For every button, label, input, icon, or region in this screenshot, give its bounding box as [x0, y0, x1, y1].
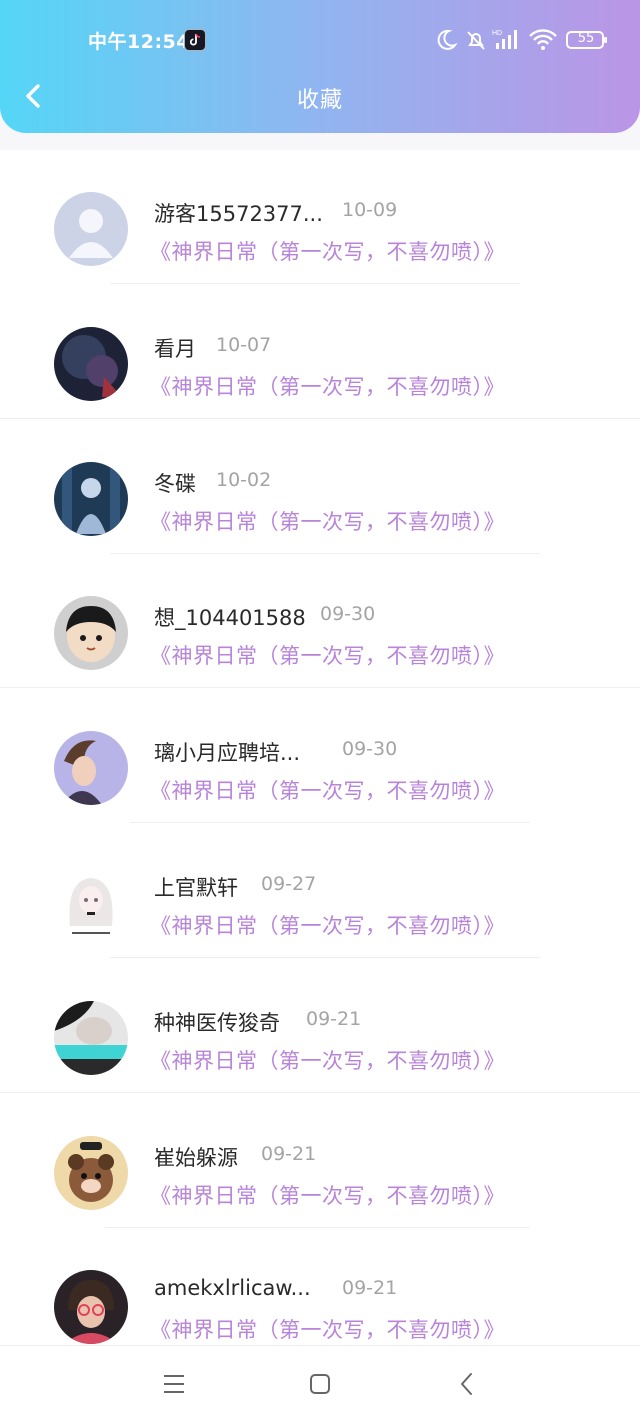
avatar[interactable]: [54, 1136, 128, 1210]
item-date: 10-07: [216, 334, 272, 356]
item-date: 09-21: [306, 1008, 362, 1030]
book-title[interactable]: 《神界日常（第一次写，不喜勿喷）》: [150, 1314, 505, 1344]
favorites-list: 游客15572377... 10-09 《神界日常（第一次写，不喜勿喷）》 看月…: [0, 150, 640, 1345]
book-title[interactable]: 《神界日常（第一次写，不喜勿喷）》: [150, 1045, 505, 1075]
moon-icon: [437, 29, 458, 50]
item-date: 09-21: [261, 1143, 317, 1165]
user-name[interactable]: amekxlrlicaw...: [154, 1276, 311, 1300]
mute-bell-icon: [467, 31, 485, 50]
book-title[interactable]: 《神界日常（第一次写，不喜勿喷）》: [150, 775, 505, 805]
avatar-default[interactable]: [54, 192, 128, 266]
menu-icon[interactable]: [162, 1373, 186, 1395]
divider: [0, 687, 640, 688]
user-name[interactable]: 上官默轩: [154, 872, 238, 902]
header-bar: 中午12:54 HD 55 收藏: [0, 0, 640, 133]
avatar[interactable]: [54, 327, 128, 401]
avatar[interactable]: [54, 596, 128, 670]
divider: [0, 418, 640, 419]
screen: 中午12:54 HD 55 收藏 游客15572377... 10-09 《神界…: [0, 0, 640, 1422]
battery-level: 55: [577, 31, 595, 46]
home-icon[interactable]: [308, 1373, 332, 1395]
book-title[interactable]: 《神界日常（第一次写，不喜勿喷）》: [150, 910, 505, 940]
wifi-icon: [529, 29, 557, 50]
divider: [110, 283, 520, 284]
list-item[interactable]: 璃小月应聘培... 09-30 《神界日常（第一次写，不喜勿喷）》: [0, 689, 640, 823]
list-item[interactable]: amekxlrlicaw... 09-21 《神界日常（第一次写，不喜勿喷）》: [0, 1228, 640, 1345]
user-name[interactable]: 种神医传狻奇: [154, 1007, 280, 1037]
avatar[interactable]: [54, 462, 128, 536]
item-date: 09-21: [342, 1277, 398, 1299]
page-title: 收藏: [296, 88, 343, 113]
back-nav-icon[interactable]: [456, 1372, 478, 1396]
avatar[interactable]: [54, 731, 128, 805]
user-name[interactable]: 想_104401588: [154, 602, 306, 632]
book-title[interactable]: 《神界日常（第一次写，不喜勿喷）》: [150, 506, 505, 536]
list-item[interactable]: 看月 10-07 《神界日常（第一次写，不喜勿喷）》: [0, 285, 640, 419]
status-icons: HD 55: [430, 27, 610, 55]
list-item[interactable]: 崔始躲源 09-21 《神界日常（第一次写，不喜勿喷）》: [0, 1094, 640, 1228]
item-date: 10-09: [342, 199, 398, 221]
user-name[interactable]: 游客15572377...: [154, 198, 323, 228]
divider: [0, 1092, 640, 1093]
list-item[interactable]: 游客15572377... 10-09 《神界日常（第一次写，不喜勿喷）》: [0, 150, 640, 284]
status-time: 中午12:54: [88, 31, 190, 53]
book-title[interactable]: 《神界日常（第一次写，不喜勿喷）》: [150, 1180, 505, 1210]
user-name[interactable]: 冬碟: [154, 468, 196, 498]
book-title[interactable]: 《神界日常（第一次写，不喜勿喷）》: [150, 640, 505, 670]
avatar[interactable]: [54, 1270, 128, 1344]
signal-icon: HD: [492, 30, 517, 49]
item-date: 09-30: [342, 738, 398, 760]
item-date: 09-27: [261, 873, 317, 895]
system-nav-bar: [0, 1345, 640, 1422]
tiktok-notification-icon: [184, 29, 206, 51]
list-item[interactable]: 想_104401588 09-30 《神界日常（第一次写，不喜勿喷）》: [0, 554, 640, 688]
svg-text:HD: HD: [492, 30, 502, 37]
user-name[interactable]: 璃小月应聘培...: [154, 737, 300, 767]
list-item[interactable]: 冬碟 10-02 《神界日常（第一次写，不喜勿喷）》: [0, 420, 640, 554]
status-bar: 中午12:54 HD 55: [0, 0, 640, 84]
avatar[interactable]: [54, 1001, 128, 1075]
user-name[interactable]: 崔始躲源: [154, 1142, 238, 1172]
divider: [110, 957, 540, 958]
list-item[interactable]: 上官默轩 09-27 《神界日常（第一次写，不喜勿喷）》: [0, 824, 640, 958]
item-date: 09-30: [320, 603, 376, 625]
book-title[interactable]: 《神界日常（第一次写，不喜勿喷）》: [150, 236, 505, 266]
user-name[interactable]: 看月: [154, 333, 196, 363]
list-item[interactable]: 种神医传狻奇 09-21 《神界日常（第一次写，不喜勿喷）》: [0, 959, 640, 1093]
item-date: 10-02: [216, 469, 272, 491]
divider: [130, 822, 530, 823]
avatar[interactable]: [54, 866, 128, 940]
book-title[interactable]: 《神界日常（第一次写，不喜勿喷）》: [150, 371, 505, 401]
